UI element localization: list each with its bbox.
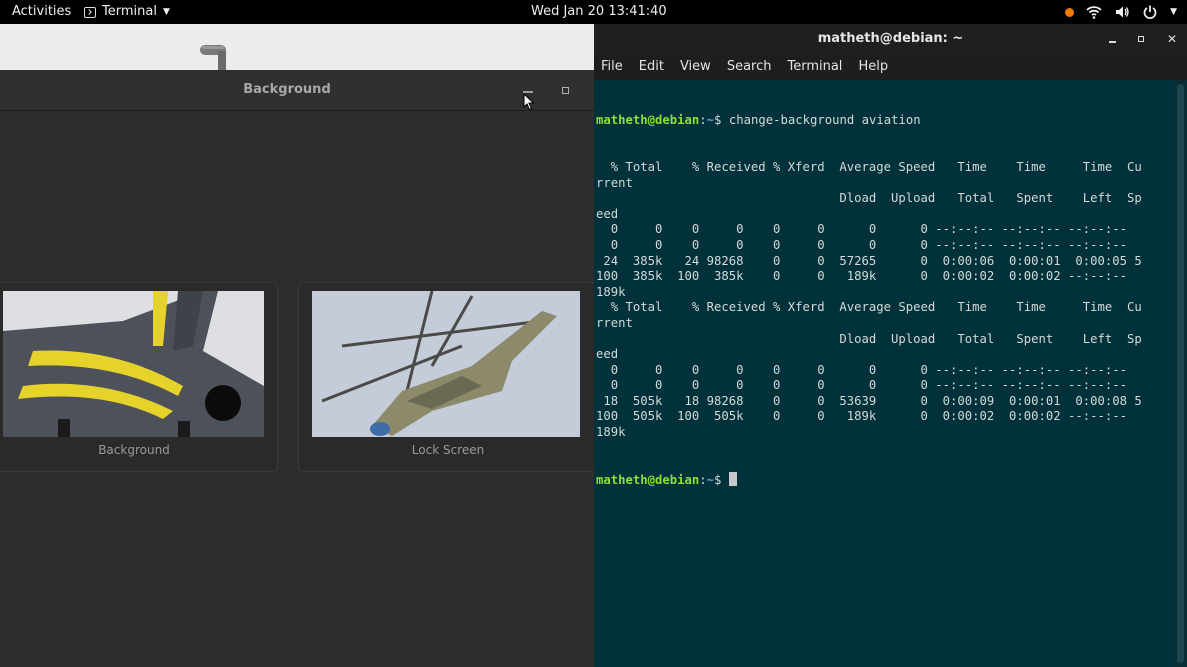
prompt-path: ~ (706, 472, 715, 487)
command-line: matheth@debian:~$ change-background avia… (596, 113, 921, 128)
prompt-path: ~ (706, 113, 715, 128)
scrollbar-thumb[interactable] (1177, 84, 1184, 663)
output-line: rrent (596, 175, 633, 190)
output-line: % Total % Received % Xferd Average Speed… (596, 300, 1142, 315)
close-button[interactable]: ✕ (1166, 33, 1178, 45)
app-menu-button[interactable]: Terminal ▼ (84, 0, 170, 24)
text-cursor (728, 471, 737, 486)
terminal-text: matheth@debian:~$ change-background avia… (596, 82, 1142, 519)
chevron-down-icon: ▼ (1170, 7, 1177, 17)
mouse-pointer-icon (523, 93, 535, 111)
lock-screen-card-label: Lock Screen (411, 443, 485, 457)
header-bar: Background (0, 70, 594, 111)
command-text: change-background aviation (728, 113, 921, 128)
curl-output: % Total % Received % Xferd Average Speed… (596, 160, 1142, 441)
prompt-user: matheth@debian (596, 113, 700, 128)
maximize-button[interactable] (1135, 33, 1147, 45)
prompt-user: matheth@debian (596, 472, 700, 487)
minimize-button[interactable] (523, 83, 533, 93)
output-line: 100 505k 100 505k 0 0 189k 0 0:00:02 0:0… (596, 409, 1128, 424)
output-line: Dload Upload Total Spent Left Sp (596, 191, 1142, 206)
top-bar: Activities Terminal ▼ Wed Jan 20 13:41:4… (0, 0, 1187, 24)
current-prompt-line[interactable]: matheth@debian:~$ (596, 471, 1142, 488)
output-line: 24 385k 24 98268 0 0 57265 0 0:00:06 0:0… (596, 253, 1142, 268)
output-line: eed (596, 206, 619, 221)
menu-edit[interactable]: Edit (631, 56, 672, 80)
output-line: 0 0 0 0 0 0 0 0 --:--:-- --:--:-- --:--:… (596, 237, 1128, 252)
menu-search[interactable]: Search (719, 56, 780, 80)
app-menu-label: Terminal (102, 4, 157, 19)
menu-help[interactable]: Help (850, 56, 896, 80)
terminal-scrollbar[interactable] (1174, 80, 1187, 667)
output-line: 0 0 0 0 0 0 0 0 --:--:-- --:--:-- --:--:… (596, 378, 1128, 393)
notification-dot-icon (1065, 7, 1075, 17)
output-line: rrent (596, 315, 633, 330)
minimize-button[interactable] (1106, 33, 1118, 45)
terminal-icon (84, 6, 96, 18)
system-status-area[interactable]: ▼ (1065, 0, 1177, 24)
terminal-title: matheth@debian: ~ (817, 31, 964, 46)
wifi-icon (1086, 4, 1102, 20)
output-line: 100 385k 100 385k 0 0 189k 0 0:00:02 0:0… (596, 269, 1128, 284)
terminal-menubar: File Edit View Search Terminal Help (594, 56, 1187, 80)
output-line: 189k (596, 425, 626, 440)
terminal-output[interactable]: matheth@debian:~$ change-background avia… (594, 80, 1174, 667)
window-title: Background (243, 82, 331, 97)
decorative-object-image (200, 45, 226, 70)
helicopter-image (312, 291, 580, 437)
background-card[interactable]: Background (0, 282, 278, 472)
volume-icon (1114, 4, 1130, 20)
maximize-button[interactable] (562, 87, 569, 94)
output-line: 18 505k 18 98268 0 0 53639 0 0:00:09 0:0… (596, 393, 1142, 408)
lock-screen-thumbnail[interactable] (312, 291, 580, 437)
power-icon (1142, 4, 1158, 20)
wallpaper-strip (0, 24, 594, 70)
menu-view[interactable]: View (672, 56, 719, 80)
background-card-label: Background (98, 443, 170, 457)
menu-file[interactable]: File (594, 56, 631, 80)
chevron-down-icon: ▼ (162, 7, 170, 17)
lock-screen-card[interactable]: Lock Screen (298, 282, 594, 472)
output-line: % Total % Received % Xferd Average Speed… (596, 159, 1142, 174)
background-thumbnail[interactable] (3, 291, 264, 437)
background-settings-window: Background Background Lock Screen (0, 24, 594, 667)
output-line: Dload Upload Total Spent Left Sp (596, 331, 1142, 346)
terminal-titlebar[interactable]: matheth@debian: ~ ✕ (594, 24, 1187, 56)
clock[interactable]: Wed Jan 20 13:41:40 (531, 0, 667, 24)
output-line: eed (596, 347, 619, 362)
output-line: 0 0 0 0 0 0 0 0 --:--:-- --:--:-- --:--:… (596, 362, 1128, 377)
output-line: 0 0 0 0 0 0 0 0 --:--:-- --:--:-- --:--:… (596, 222, 1128, 237)
terminal-window: matheth@debian: ~ ✕ File Edit View Searc… (594, 24, 1187, 667)
activities-button[interactable]: Activities (12, 0, 71, 24)
output-line: 189k (596, 284, 626, 299)
menu-terminal[interactable]: Terminal (779, 56, 850, 80)
fighter-jet-image (3, 291, 264, 437)
